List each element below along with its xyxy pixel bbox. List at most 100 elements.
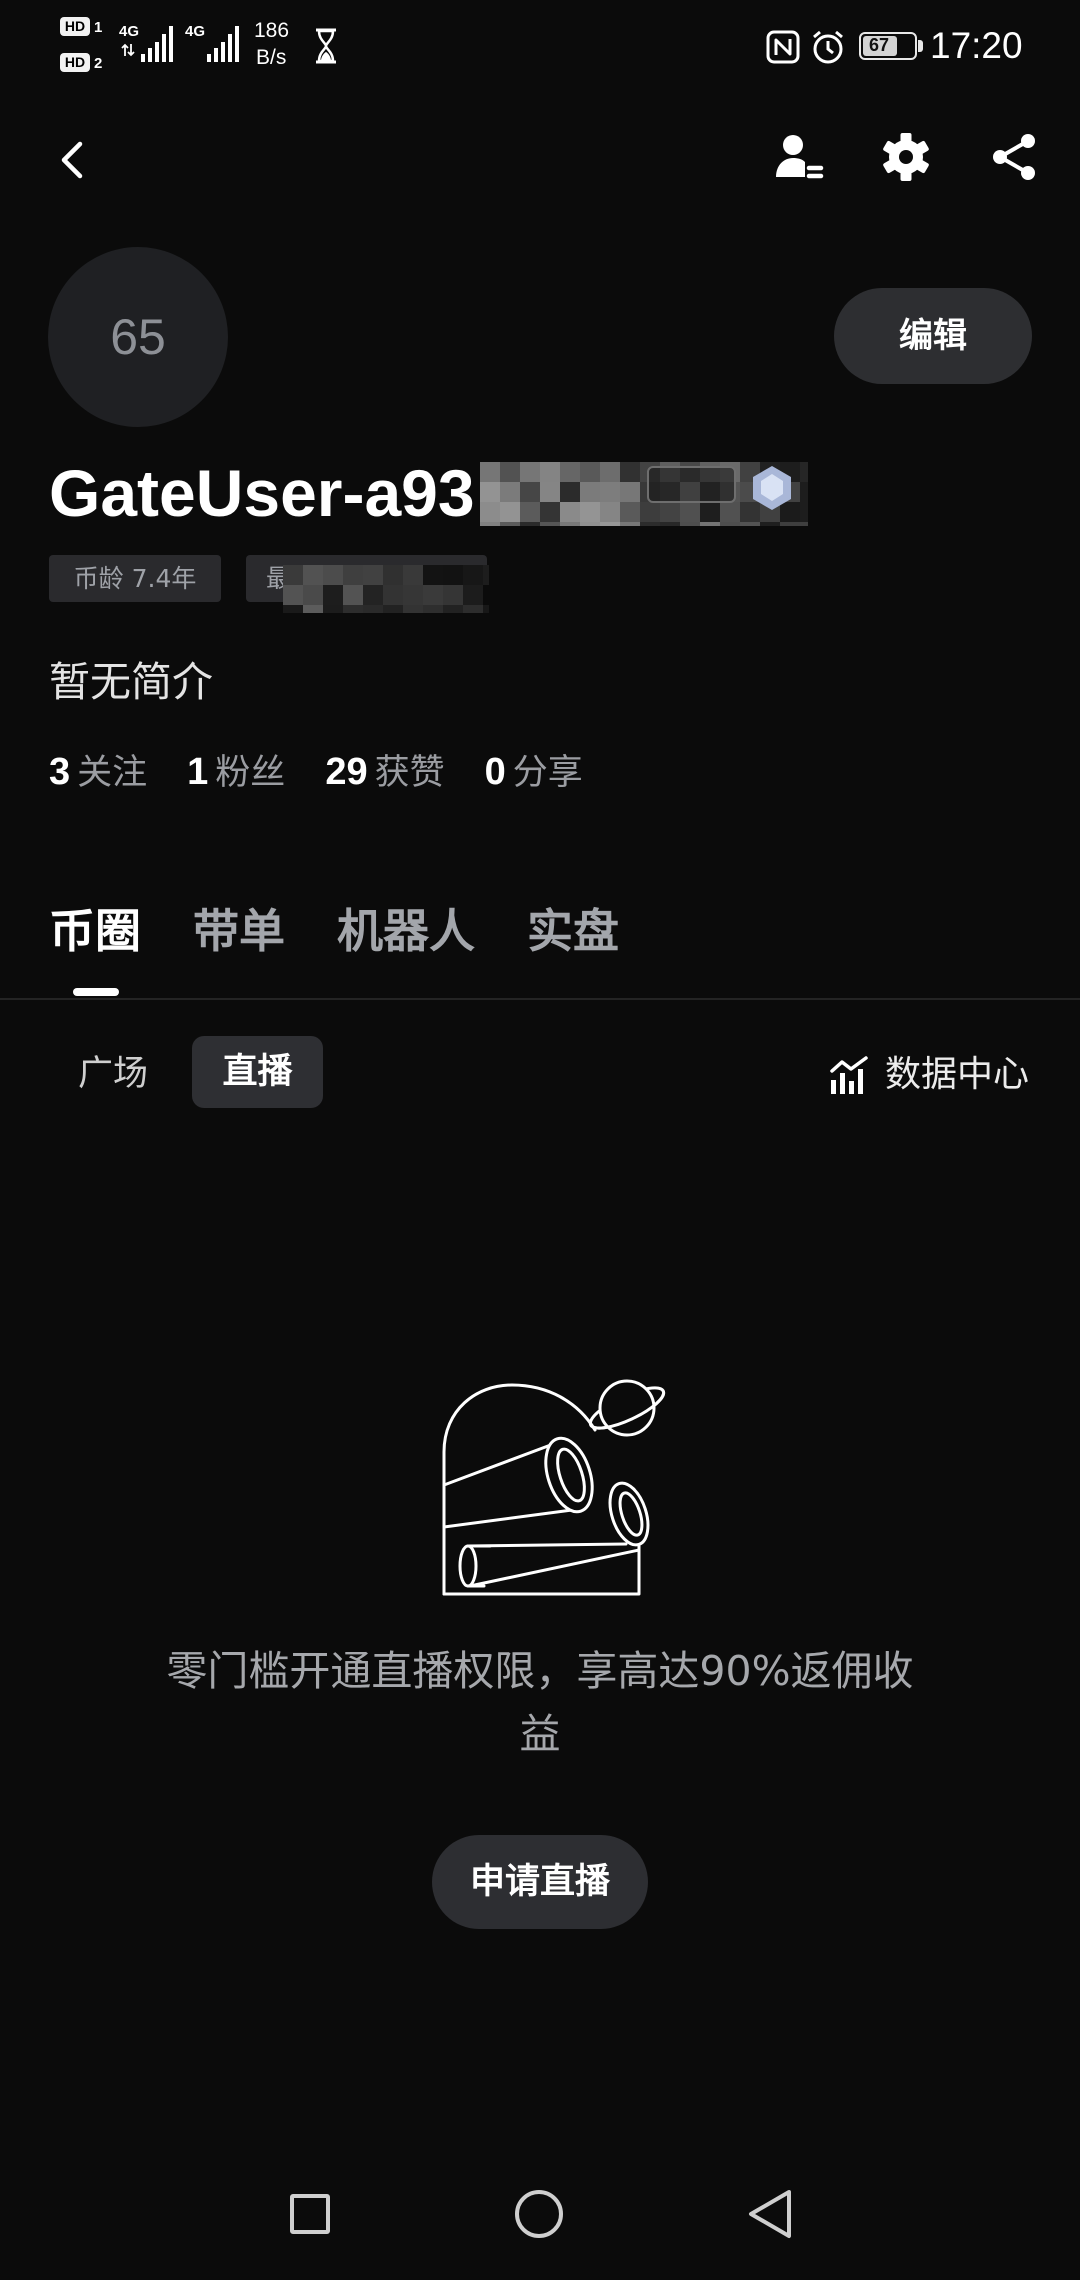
tab-live-account[interactable]: 实盘 <box>527 903 619 959</box>
stats-row: 3 关注 1 粉丝 29 获赞 0 分享 <box>49 750 583 795</box>
stat-followers[interactable]: 1 粉丝 <box>187 750 285 795</box>
mosaic-pixel <box>560 482 580 502</box>
mosaic-pixel <box>443 565 463 585</box>
mosaic-pixel <box>680 502 700 522</box>
profile-tabs: 币圈 带单 机器人 实盘 <box>49 903 619 959</box>
stat-shares[interactable]: 0 分享 <box>485 750 583 795</box>
mosaic-pixel <box>780 522 800 526</box>
battery-icon: 67 <box>859 32 917 60</box>
sim2-indicator: HD 2 <box>60 53 112 73</box>
coin-age-tag: 币龄 7.4年 <box>49 555 221 602</box>
stat-value: 3 <box>49 751 71 793</box>
mosaic-pixel <box>403 565 423 585</box>
signal-bars-icon <box>207 26 239 62</box>
hourglass-icon <box>316 28 336 64</box>
data-center-link[interactable]: 数据中心 <box>829 1052 1032 1100</box>
share-icon[interactable] <box>989 132 1039 182</box>
mosaic-pixel <box>483 565 489 585</box>
observatory-telescope-illustration <box>442 1379 666 1596</box>
mosaic-pixel <box>720 502 740 522</box>
network-type: 4G <box>119 23 140 40</box>
mosaic-pixel <box>600 522 620 526</box>
signal-bars-icon <box>141 26 173 62</box>
mosaic-pixel <box>560 522 580 526</box>
mosaic-pixel <box>283 605 303 613</box>
edit-profile-button[interactable]: 编辑 <box>834 288 1032 384</box>
tab-coin-circle[interactable]: 币圈 <box>49 903 141 959</box>
mosaic-pixel <box>443 605 463 613</box>
circle-icon[interactable] <box>515 2190 563 2238</box>
mosaic-pixel <box>423 605 443 613</box>
mosaic-pixel <box>283 585 303 605</box>
tab-bots[interactable]: 机器人 <box>337 903 475 959</box>
alarm-clock-icon <box>813 30 843 64</box>
mosaic-pixel <box>500 462 520 482</box>
profile-screen: HD 1 HD 2 4G 4G 186 B/s 67 17:20 65 编辑 G… <box>0 0 1080 2280</box>
data-transfer-icon <box>121 43 135 57</box>
mosaic-pixel <box>463 565 483 585</box>
mosaic-pixel <box>700 522 720 526</box>
mosaic-pixel <box>620 462 640 482</box>
stat-likes[interactable]: 29 获赞 <box>325 750 444 795</box>
mosaic-pixel <box>720 522 740 526</box>
mosaic-pixel <box>800 482 808 502</box>
mosaic-pixel <box>383 605 403 613</box>
subtab-square[interactable]: 广场 <box>78 1050 148 1098</box>
mosaic-pixel <box>600 462 620 482</box>
mosaic-pixel <box>520 462 540 482</box>
mosaic-pixel <box>323 585 343 605</box>
mosaic-pixel <box>540 522 560 526</box>
username: GateUser-a93 <box>49 456 475 530</box>
mosaic-pixel <box>740 522 760 526</box>
mosaic-pixel <box>343 585 363 605</box>
mosaic-pixel <box>800 462 808 482</box>
mosaic-pixel <box>463 585 483 605</box>
mosaic-pixel <box>423 565 443 585</box>
mosaic-pixel <box>620 482 640 502</box>
mosaic-pixel <box>580 502 600 522</box>
mosaic-pixel <box>343 565 363 585</box>
sim1-indicator: HD 1 <box>60 17 112 37</box>
square-icon[interactable] <box>290 2194 330 2234</box>
subtab-live[interactable]: 直播 <box>192 1036 323 1108</box>
chart-icon <box>830 1056 868 1094</box>
mosaic-pixel <box>403 605 423 613</box>
mosaic-pixel <box>640 522 660 526</box>
mosaic-pixel <box>700 502 720 522</box>
triangle-back-icon[interactable] <box>745 2188 795 2240</box>
mosaic-pixel <box>303 605 323 613</box>
gear-icon[interactable] <box>880 131 932 183</box>
bio-text: 暂无简介 <box>49 658 213 706</box>
mosaic-pixel <box>540 502 560 522</box>
stat-value: 29 <box>325 751 368 793</box>
empty-state-message: 零门槛开通直播权限，享高达90%返佣收益 <box>166 1647 914 1758</box>
apply-live-button[interactable]: 申请直播 <box>432 1835 648 1929</box>
vip-badge <box>647 466 736 503</box>
mosaic-pixel <box>363 605 383 613</box>
mosaic-pixel <box>480 502 500 522</box>
mosaic-pixel <box>640 502 660 522</box>
mosaic-pixel <box>463 605 483 613</box>
mosaic-pixel <box>323 605 343 613</box>
network-indicator-2: 4G <box>185 24 241 64</box>
stat-label: 获赞 <box>374 753 445 793</box>
mosaic-pixel <box>443 585 463 605</box>
mosaic-pixel <box>483 605 489 613</box>
mosaic-pixel <box>403 585 423 605</box>
stat-following[interactable]: 3 关注 <box>49 750 147 795</box>
tab-copy-trading[interactable]: 带单 <box>193 903 285 959</box>
back-arrow-icon[interactable] <box>56 138 88 182</box>
mosaic-pixel <box>480 522 500 526</box>
mosaic-pixel <box>480 462 500 482</box>
avatar[interactable]: 65 <box>48 247 228 427</box>
person-switch-icon[interactable] <box>774 132 824 182</box>
mosaic-pixel <box>600 502 620 522</box>
mosaic-pixel <box>800 522 808 526</box>
mosaic-pixel <box>363 565 383 585</box>
stat-label: 关注 <box>77 753 148 793</box>
mosaic-pixel <box>520 502 540 522</box>
mosaic-pixel <box>383 565 403 585</box>
network-speed-value: 186 <box>254 19 290 42</box>
mosaic-pixel <box>363 585 383 605</box>
stat-label: 分享 <box>512 753 583 793</box>
